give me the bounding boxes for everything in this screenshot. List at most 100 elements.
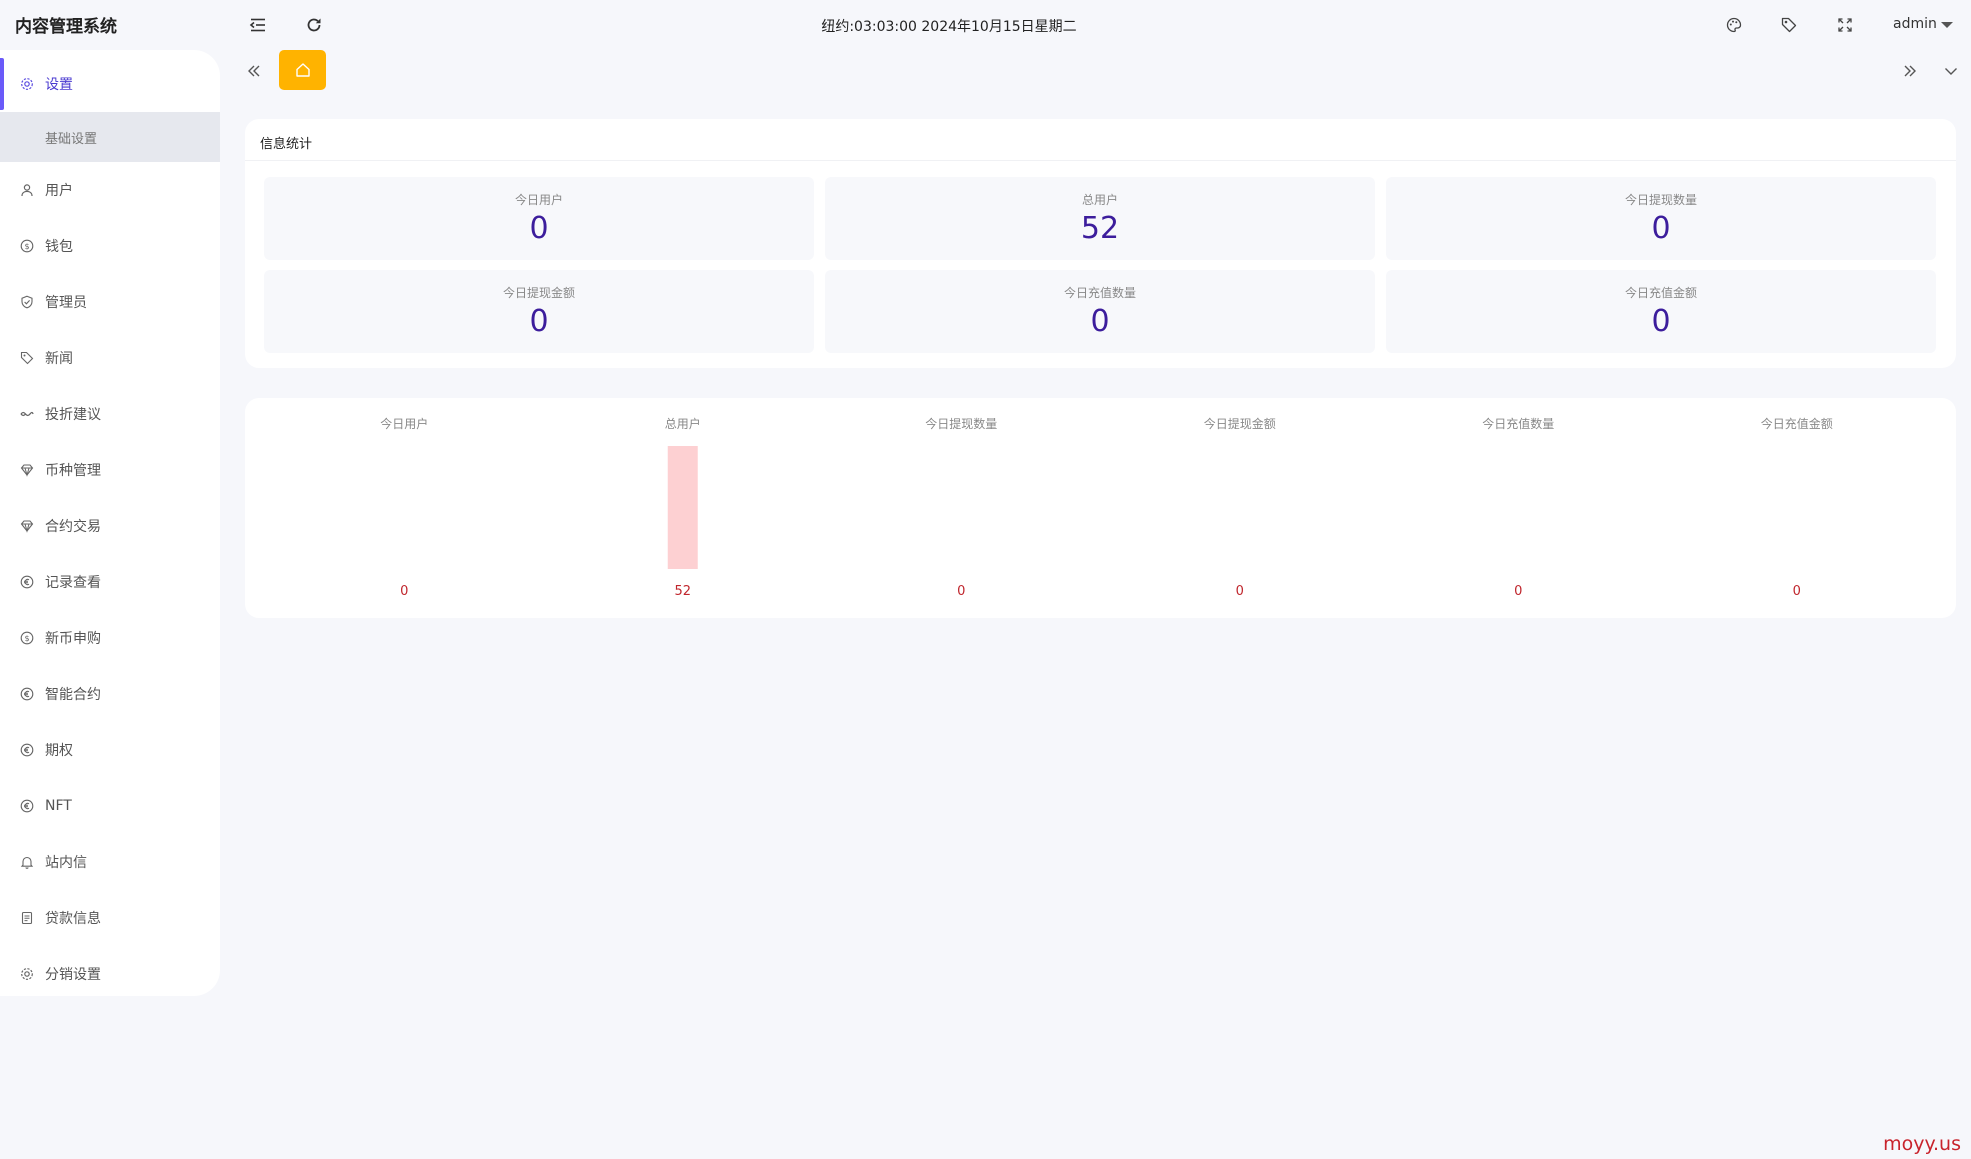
svg-text:$: $ (24, 634, 29, 643)
sidebar-item-loans[interactable]: 贷款信息 (0, 890, 220, 946)
sidebar-item-smart-contract[interactable]: 智能合约 (0, 666, 220, 722)
chart-category-label: 今日提现数量 (925, 416, 997, 431)
euro-circle-icon (20, 687, 34, 701)
user-icon (20, 183, 34, 197)
tabs-menu-button[interactable] (1938, 58, 1964, 84)
diamond-icon (20, 519, 34, 533)
stats-card-title: 信息统计 (245, 119, 1956, 161)
sidebar-item-label: 新闻 (45, 351, 73, 367)
stat-value: 52 (1080, 211, 1120, 246)
stat-label: 今日充值数量 (1063, 286, 1136, 300)
sidebar-item-label: 智能合约 (45, 687, 101, 703)
sidebar-item-label: 用户 (45, 183, 73, 199)
sidebar-item-feedback[interactable]: 投折建议 (0, 386, 220, 442)
sidebar-item-records[interactable]: 记录查看 (0, 554, 220, 610)
stat-label: 今日提现数量 (1624, 193, 1697, 207)
chart-category-label: 今日充值数量 (1482, 416, 1554, 431)
stat-label: 总用户 (1081, 193, 1118, 207)
chart-category-label: 今日用户 (380, 416, 428, 431)
stat-today-deposit-count: 今日充值数量 0 (825, 270, 1375, 353)
app-root: 内容管理系统 纽约:03:03:00 2024年10月15日星期二 admin … (0, 0, 1971, 1159)
document-icon (20, 911, 34, 925)
user-name: admin (1893, 16, 1937, 32)
stat-label: 今日提现金额 (502, 286, 575, 300)
fullscreen-button[interactable] (1832, 12, 1858, 38)
diamond-icon (20, 463, 34, 477)
stat-value: 0 (1090, 304, 1110, 339)
palette-icon (1726, 17, 1742, 33)
coin-icon: $ (20, 631, 34, 645)
sidebar-item-distribution[interactable]: 分销设置 (0, 946, 220, 1002)
handshake-icon (20, 407, 34, 421)
sidebar-item-admins[interactable]: 管理员 (0, 274, 220, 330)
stat-label: 今日用户 (514, 193, 563, 207)
sidebar-item-wallet[interactable]: $ 钱包 (0, 218, 220, 274)
chart-value-label: 0 (400, 584, 408, 599)
sidebar-item-label: 新币申购 (45, 631, 101, 647)
sidebar-item-label: 记录查看 (45, 575, 101, 591)
stats-chart-card: 今日用户 0 总用户 52 今日提现数量 0 今日提现金额 0 今日充值数量 0 今日充值金额 0 (245, 398, 1956, 618)
sidebar-item-nft[interactable]: NFT (0, 778, 220, 834)
double-chevron-left-icon (248, 65, 260, 77)
sidebar-item-options[interactable]: 期权 (0, 722, 220, 778)
sidebar-subitem-basic-settings[interactable]: 基础设置 (0, 112, 220, 162)
double-chevron-right-icon (1904, 65, 1916, 77)
sidebar-item-label: 贷款信息 (45, 911, 101, 927)
chart-value-label: 0 (957, 584, 965, 599)
stat-today-users: 今日用户 0 (264, 177, 814, 260)
sidebar-item-label: 分销设置 (45, 967, 101, 983)
tag-icon (20, 351, 34, 365)
chart-category-label: 今日提现金额 (1204, 416, 1276, 431)
sidebar-item-label: NFT (45, 798, 72, 814)
bell-icon (20, 855, 34, 869)
sidebar-subitem-label: 基础设置 (45, 131, 98, 147)
chart-value-label: 0 (1514, 584, 1522, 599)
tabs-scroll-left-button[interactable] (241, 58, 267, 84)
fullscreen-icon (1838, 18, 1852, 32)
euro-circle-icon (20, 799, 34, 813)
watermark: moyy.us (1883, 1133, 1961, 1155)
sidebar-item-label: 站内信 (45, 855, 87, 871)
sidebar-item-contract[interactable]: 合约交易 (0, 498, 220, 554)
user-menu[interactable]: admin (1893, 16, 1953, 32)
stat-total-users: 总用户 52 (825, 177, 1375, 260)
sidebar-item-currency[interactable]: 币种管理 (0, 442, 220, 498)
sidebar-item-label: 期权 (45, 743, 73, 759)
tab-home[interactable] (279, 50, 326, 90)
stat-value: 0 (529, 304, 549, 339)
stat-today-withdraw-count: 今日提现数量 0 (1386, 177, 1936, 260)
stat-today-deposit-amount: 今日充值金额 0 (1386, 270, 1936, 353)
stat-value: 0 (529, 211, 549, 246)
stat-value: 0 (1651, 211, 1671, 246)
sidebar-item-settings[interactable]: 设置 (0, 56, 220, 112)
chevron-down-icon (1945, 68, 1957, 75)
caret-down-icon (1940, 21, 1953, 28)
home-icon (295, 63, 310, 77)
sidebar-item-label: 合约交易 (45, 519, 101, 535)
datetime-display: 纽约:03:03:00 2024年10月15日星期二 (821, 19, 1077, 35)
sidebar-item-news[interactable]: 新闻 (0, 330, 220, 386)
sidebar-item-label: 管理员 (45, 295, 87, 311)
stat-value: 0 (1651, 304, 1671, 339)
tabs-scroll-right-button[interactable] (1897, 58, 1923, 84)
sidebar-item-label: 币种管理 (45, 463, 101, 479)
sidebar-item-new-coin[interactable]: $ 新币申购 (0, 610, 220, 666)
sidebar-item-label: 投折建议 (45, 407, 101, 423)
stat-today-withdraw-amount: 今日提现金额 0 (264, 270, 814, 353)
chart-value-label: 0 (1793, 584, 1801, 599)
coin-icon: $ (20, 239, 34, 253)
stats-grid: 今日用户 0 总用户 52 今日提现数量 0 今日提现金额 0 今日充值数量 0… (264, 177, 1936, 353)
gear-icon (20, 967, 34, 981)
tags-button[interactable] (1776, 12, 1802, 38)
stats-card: 信息统计 今日用户 0 总用户 52 今日提现数量 0 今日提现金额 0 今日充… (245, 119, 1956, 368)
sidebar-item-label: 设置 (45, 77, 73, 93)
chart-value-label: 0 (1236, 584, 1244, 599)
sidebar-item-messages[interactable]: 站内信 (0, 834, 220, 890)
sidebar: 设置 基础设置 用户 $ 钱包 管理员 新闻 投折建议 币种管理 合约交易 记录… (0, 50, 220, 996)
euro-circle-icon (20, 743, 34, 757)
chart-category-label: 今日充值金额 (1761, 416, 1833, 431)
euro-circle-icon (20, 575, 34, 589)
sidebar-item-users[interactable]: 用户 (0, 162, 220, 218)
theme-button[interactable] (1721, 12, 1747, 38)
sidebar-item-label: 钱包 (45, 239, 73, 255)
